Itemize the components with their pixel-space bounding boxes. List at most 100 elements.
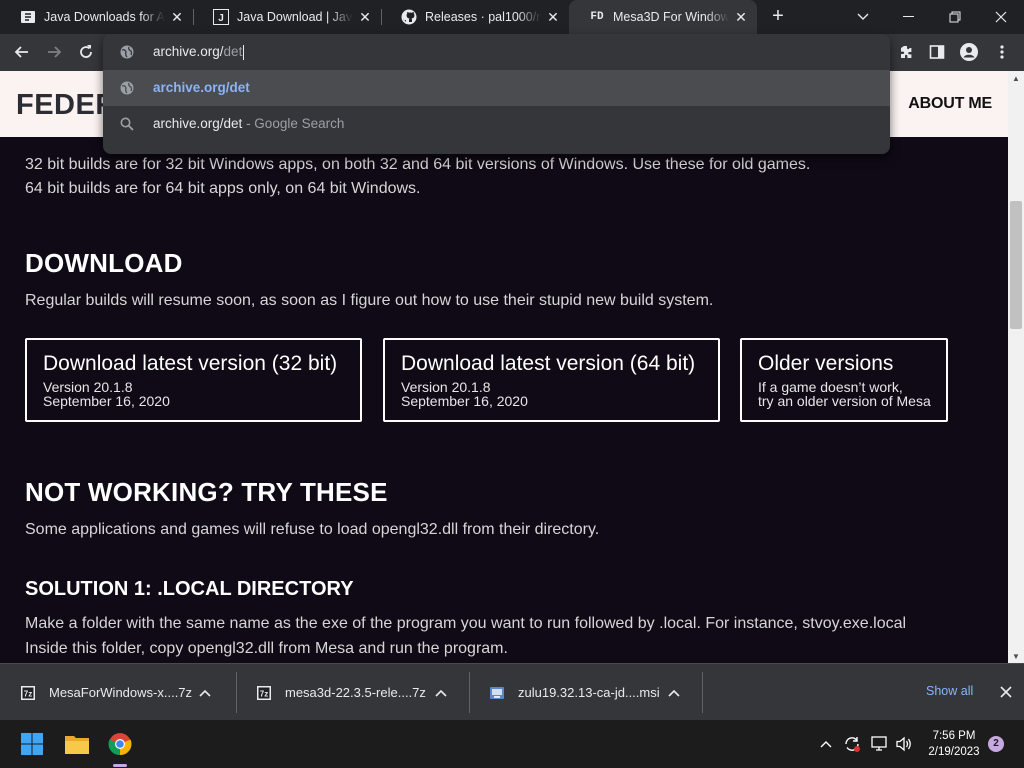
scroll-thumb[interactable] [1010,201,1022,329]
7z-file-icon: 7z [20,685,36,701]
notification-badge[interactable]: 2 [988,736,1004,752]
tab-title: Java Download | Java 7, [237,10,353,24]
tab-strip: Java Downloads for All ✕ J Java Download… [0,0,1024,34]
address-input[interactable]: archive.org/det [153,44,245,60]
button-title: Older versions [758,352,894,375]
tab-mesa3d[interactable]: FD Mesa3D For Windows ✕ [569,0,757,34]
intro-text-line-1: 32 bit builds are for 32 bit Windows app… [25,156,811,173]
download-item[interactable]: 7z mesa3d-22.3.5-rele....7z [236,664,469,721]
side-panel-icon[interactable] [923,38,951,66]
download-text: Regular builds will resume soon, as soon… [25,292,714,309]
download-32bit-button[interactable]: Download latest version (32 bit) Version… [25,338,362,422]
back-button[interactable] [8,38,36,66]
scroll-down-arrow-icon[interactable]: ▼ [1008,649,1024,663]
sync-icon[interactable] [838,728,866,760]
volume-icon[interactable] [890,728,918,760]
download-shelf: 7z MesaForWindows-x....7z 7z mesa3d-22.3… [0,663,1024,720]
tab-releases[interactable]: Releases · pal1000/mes ✕ [381,0,569,34]
github-favicon [401,9,417,25]
msi-file-icon [489,685,505,701]
web-page: FEDER ABOUT ME 32 bit builds are for 32 … [0,71,1008,663]
autocomplete-text: det [223,44,243,59]
clock-date: 2/19/2023 [928,746,980,758]
close-tab-icon[interactable]: ✕ [733,9,749,25]
address-bar[interactable]: archive.org/det [103,34,890,70]
older-versions-button[interactable]: Older versions If a game doesn’t work, t… [740,338,948,422]
search-icon [119,116,135,132]
windows-taskbar: 7:56 PM 2/19/2023 2 [0,720,1024,768]
button-description: try an older version of Mesa [758,393,931,409]
globe-icon [119,44,135,65]
not-working-heading: NOT WORKING? TRY THESE [25,477,388,507]
download-filename: zulu19.32.13-ca-jd....msi [518,685,660,700]
tab-search-icon[interactable] [840,0,886,34]
suggestion-source: - Google Search [242,116,345,131]
button-title: Download latest version (32 bit) [43,352,338,375]
reload-button[interactable] [72,38,100,66]
suggestion-url[interactable]: archive.org/det [103,70,890,106]
java-favicon [20,9,36,25]
clock-time: 7:56 PM [932,730,976,742]
about-me-link[interactable]: ABOUT ME [908,95,992,113]
download-filename: MesaForWindows-x....7z [49,685,193,700]
java-download-favicon: J [213,9,229,25]
globe-icon [119,80,135,96]
not-working-text: Some applications and games will refuse … [25,521,600,538]
chevron-up-icon[interactable] [199,685,215,700]
text-caret [243,44,245,60]
solution-1-text-line-1: Make a folder with the same name as the … [25,615,907,632]
download-heading: DOWNLOAD [25,248,183,278]
tab-java-download[interactable]: J Java Download | Java 7, ✕ [193,0,381,34]
chevron-up-icon[interactable] [812,728,840,760]
button-date: September 16, 2020 [43,393,170,409]
close-tab-icon[interactable]: ✕ [545,9,561,25]
restore-button[interactable] [932,0,978,34]
suggestion-query: archive.org/det [153,116,243,131]
scroll-up-arrow-icon[interactable]: ▲ [1008,71,1024,85]
close-tab-icon[interactable]: ✕ [357,9,373,25]
chevron-up-icon[interactable] [435,685,451,700]
file-explorer-icon[interactable] [61,728,93,760]
close-tab-icon[interactable]: ✕ [169,9,185,25]
chrome-icon[interactable] [104,728,136,760]
extensions-icon[interactable] [892,38,920,66]
suggestion-search[interactable]: archive.org/det - Google Search [103,106,890,142]
system-clock[interactable]: 7:56 PM 2/19/2023 [922,728,986,760]
fd-favicon: FD [590,11,604,23]
download-64bit-button[interactable]: Download latest version (64 bit) Version… [383,338,720,422]
download-filename: mesa3d-22.3.5-rele....7z [285,685,426,700]
profile-avatar-icon[interactable] [955,38,983,66]
tab-title: Mesa3D For Windows [613,10,729,24]
typed-text: archive.org/ [153,44,224,59]
svg-text:7z: 7z [260,689,268,698]
7z-file-icon: 7z [256,685,272,701]
tab-title: Java Downloads for All [44,10,165,24]
tab-title: Releases · pal1000/mes [425,10,541,24]
button-version: Version 20.1.8 [401,379,491,395]
svg-text:7z: 7z [24,689,32,698]
suggestion-text: archive.org/det - Google Search [153,116,344,131]
suggestion-text: archive.org/det [153,80,250,95]
download-item[interactable]: zulu19.32.13-ca-jd....msi [469,664,702,721]
close-window-button[interactable] [978,0,1024,34]
button-description: If a game doesn’t work, [758,379,903,395]
page-scrollbar[interactable]: ▲ ▼ [1008,71,1024,663]
minimize-button[interactable] [886,0,932,34]
forward-button[interactable] [40,38,68,66]
new-tab-button[interactable]: + [768,6,788,26]
button-date: September 16, 2020 [401,393,528,409]
active-app-indicator [113,764,127,767]
intro-text-line-2: 64 bit builds are for 64 bit apps only, … [25,180,421,197]
shelf-separator [702,672,703,713]
close-icon[interactable] [997,683,1015,701]
download-item[interactable]: 7z MesaForWindows-x....7z [0,664,236,721]
start-button-icon[interactable] [16,728,48,760]
omnibox[interactable]: archive.org/det archive.org/det archive.… [103,34,890,154]
site-logo[interactable]: FEDER [16,89,117,122]
show-all-downloads-link[interactable]: Show all [926,684,973,698]
chevron-up-icon[interactable] [668,685,684,700]
menu-icon[interactable] [988,38,1016,66]
svg-text:J: J [218,13,224,24]
button-title: Download latest version (64 bit) [401,352,696,375]
tab-java-downloads[interactable]: Java Downloads for All ✕ [0,0,193,34]
